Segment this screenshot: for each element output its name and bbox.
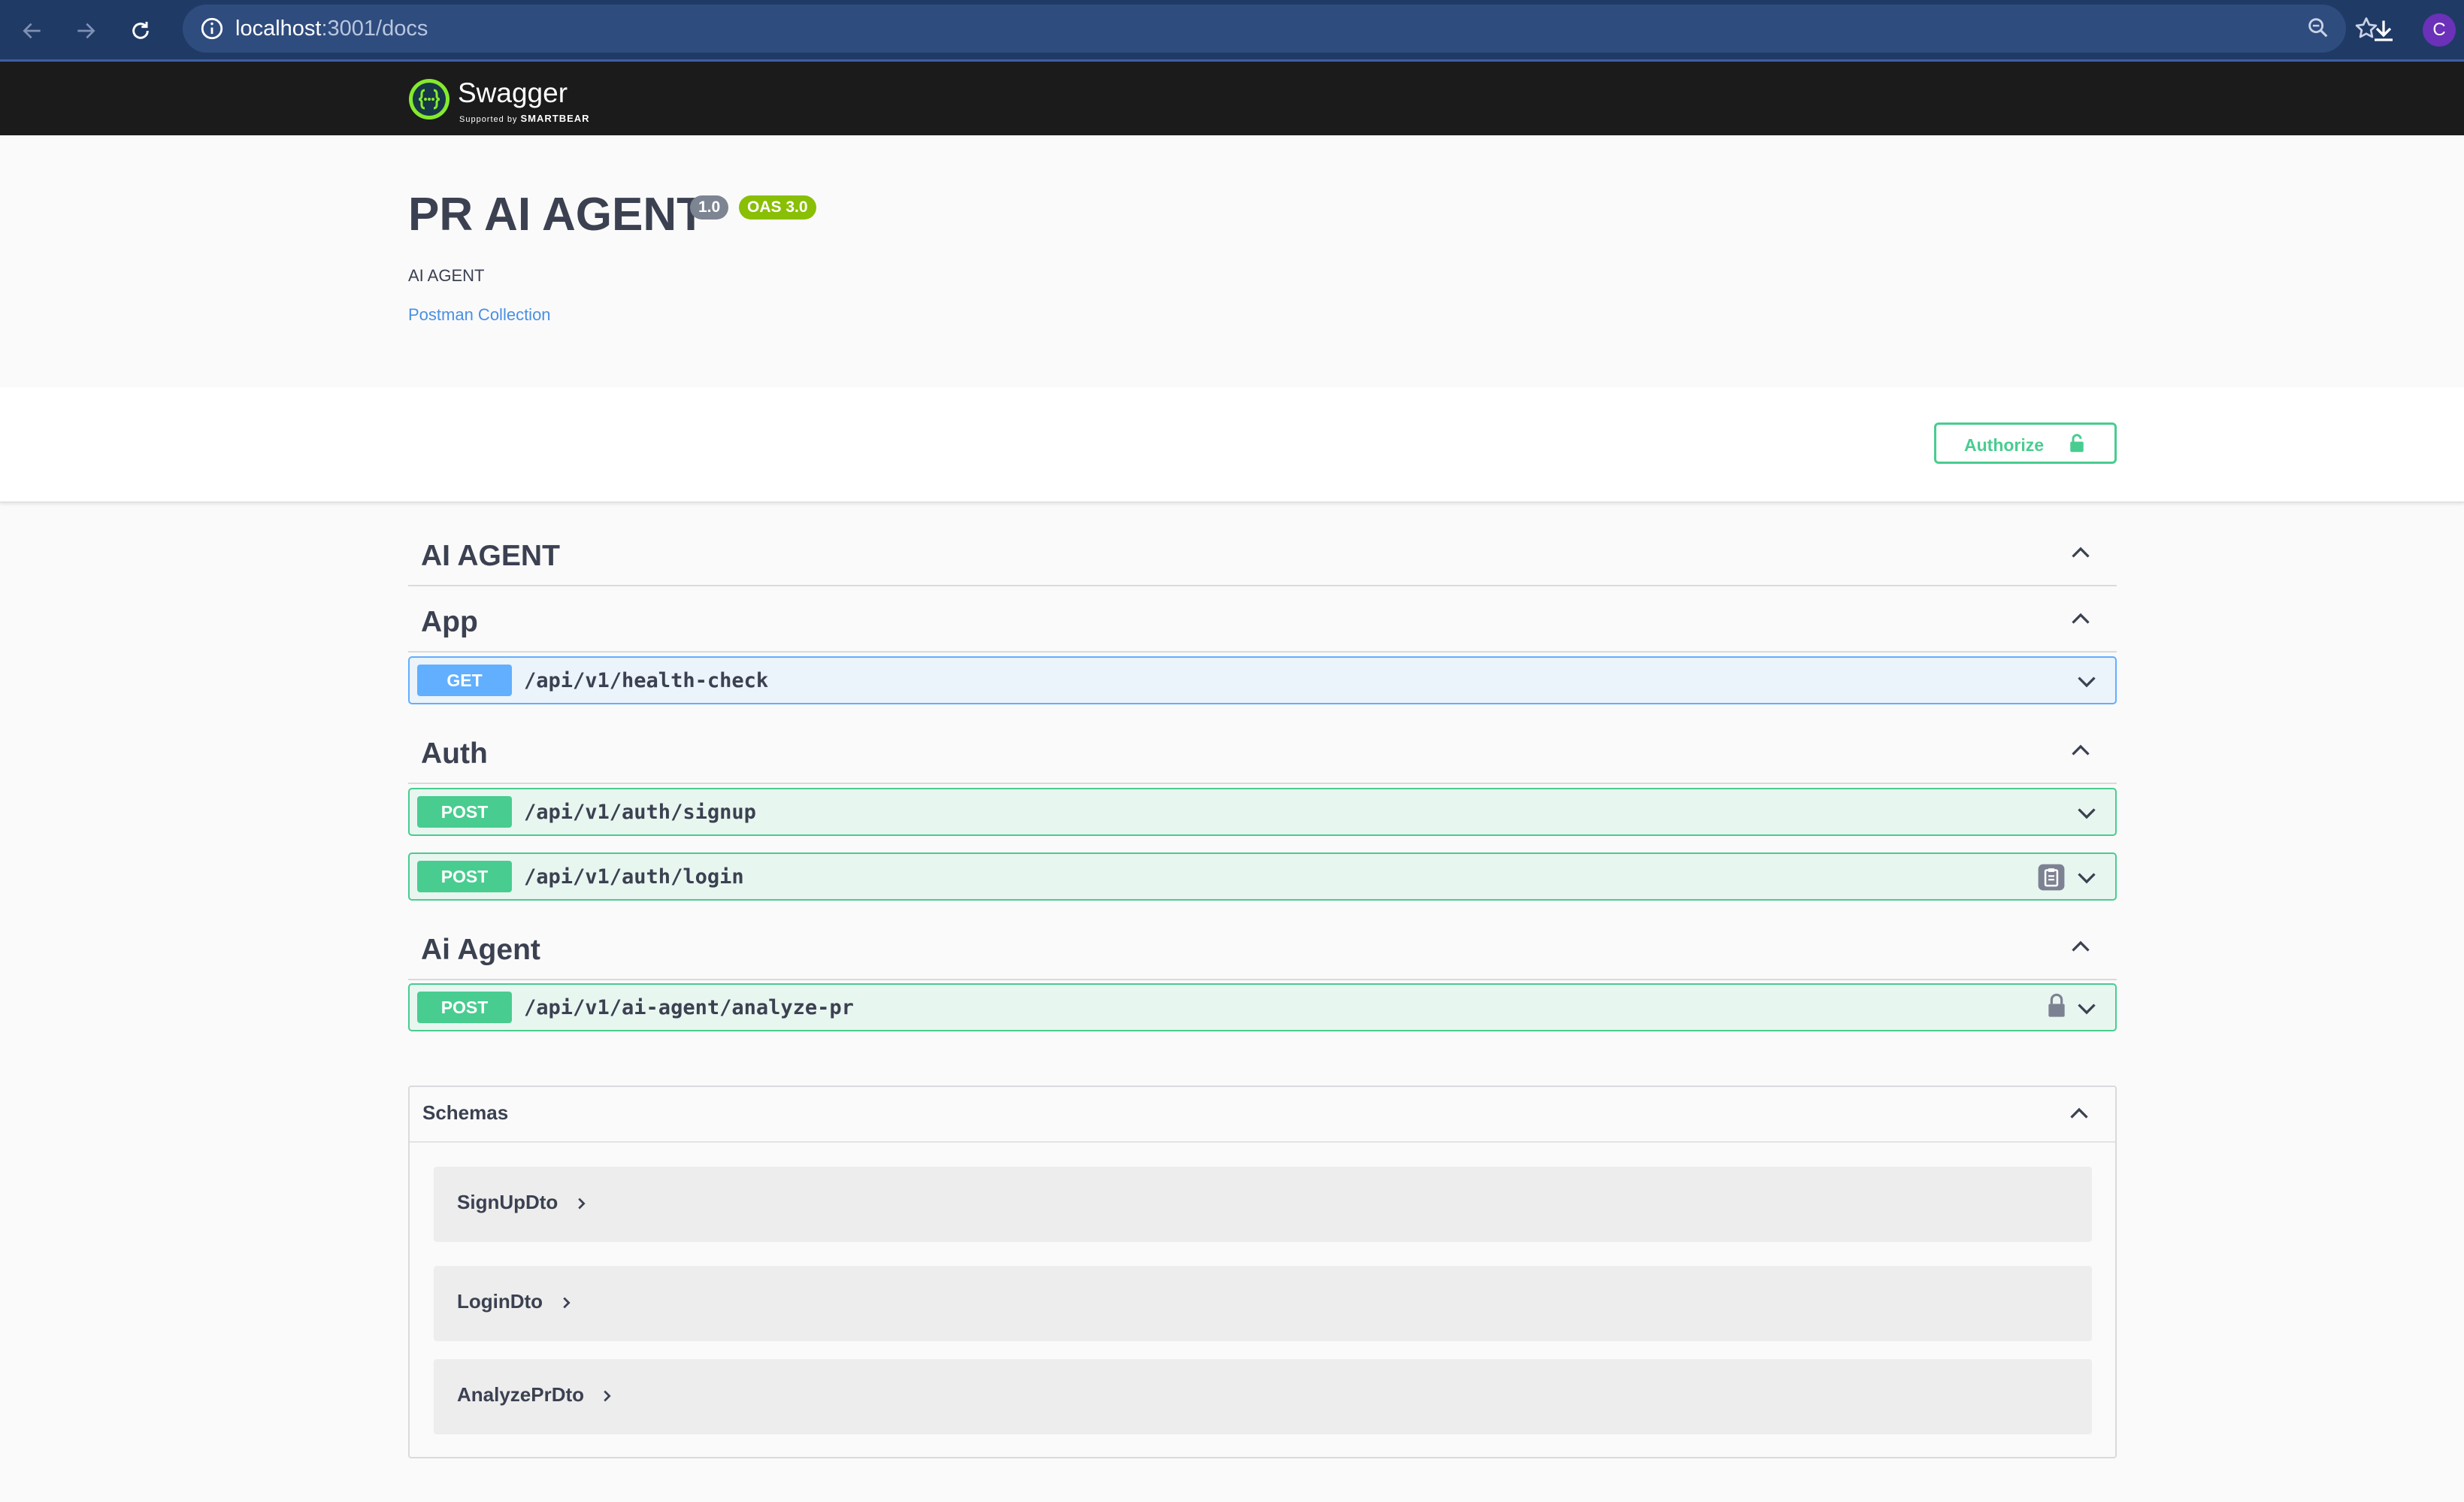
chevron-up-icon[interactable] — [2067, 934, 2094, 961]
method-badge: POST — [417, 861, 512, 892]
swagger-topbar: Swagger Supported by SMARTBEAR — [0, 62, 2464, 135]
url-text[interactable]: localhost:3001/docs — [235, 16, 428, 41]
browser-toolbar: localhost:3001/docs C — [0, 0, 2464, 62]
logo-subtext: Supported by SMARTBEAR — [459, 113, 590, 124]
postman-collection-link[interactable]: Postman Collection — [408, 305, 551, 325]
model-analyzeprdto[interactable]: AnalyzePrDto — [434, 1359, 2092, 1434]
page-title: PR AI AGENT — [408, 189, 705, 241]
model-name: LoginDto — [457, 1290, 543, 1313]
authorize-label: Authorize — [1964, 435, 2045, 455]
chevron-right-icon[interactable] — [558, 1295, 574, 1311]
swagger-logo-icon — [409, 79, 450, 120]
model-logindto[interactable]: LoginDto — [434, 1266, 2092, 1341]
authorize-button[interactable]: Authorize — [1934, 422, 2117, 464]
chevron-up-icon[interactable] — [2066, 1101, 2093, 1128]
address-bar[interactable]: localhost:3001/docs — [183, 5, 2378, 53]
method-badge: GET — [417, 665, 512, 696]
operation-post-signup[interactable]: POST /api/v1/auth/signup — [408, 788, 2117, 836]
chevron-down-icon[interactable] — [2073, 864, 2100, 891]
lock-icon[interactable] — [2045, 992, 2070, 1018]
chevron-right-icon[interactable] — [573, 1195, 589, 1212]
tag-app[interactable]: App — [408, 586, 2117, 653]
model-signupdto[interactable]: SignUpDto — [434, 1167, 2092, 1242]
operation-path: /api/v1/auth/login — [524, 865, 744, 889]
api-info: PR AI AGENT 1.0 OAS 3.0 AI AGENT Postman… — [0, 135, 2464, 387]
operation-get-health-check[interactable]: GET /api/v1/health-check — [408, 656, 2117, 704]
schemas-title: Schemas — [422, 1101, 509, 1124]
schemas-section: Schemas SignUpDto LoginDto AnalyzePrDto — [408, 1086, 2117, 1458]
tag-auth[interactable]: Auth — [408, 718, 2117, 784]
chevron-right-icon[interactable] — [598, 1388, 615, 1404]
forward-icon[interactable] — [67, 12, 104, 50]
operation-path: /api/v1/health-check — [524, 669, 769, 692]
operation-path: /api/v1/auth/signup — [524, 801, 756, 824]
method-badge: POST — [417, 796, 512, 828]
site-info-icon[interactable] — [199, 16, 225, 45]
tag-title: AI AGENT — [421, 540, 560, 572]
operation-path: /api/v1/ai-agent/analyze-pr — [524, 996, 854, 1019]
schemas-header[interactable]: Schemas — [410, 1087, 2115, 1143]
chevron-down-icon[interactable] — [2073, 995, 2100, 1022]
reload-icon[interactable] — [122, 12, 159, 50]
unlocked-icon — [2066, 432, 2088, 459]
tag-title: Ai Agent — [421, 934, 540, 966]
profile-avatar[interactable]: C — [2423, 14, 2456, 47]
chevron-down-icon[interactable] — [2073, 668, 2100, 695]
model-name: SignUpDto — [457, 1191, 558, 1213]
oas-badge: OAS 3.0 — [739, 195, 816, 220]
back-icon[interactable] — [14, 12, 51, 50]
swagger-logo[interactable]: Swagger Supported by SMARTBEAR — [408, 74, 604, 126]
api-description: AI AGENT — [408, 266, 485, 285]
copy-to-clipboard-icon[interactable] — [2037, 863, 2065, 891]
scheme-container: Authorize — [0, 387, 2464, 503]
version-badge: 1.0 — [690, 195, 729, 220]
tag-title: App — [421, 606, 478, 638]
tag-ai-agent[interactable]: Ai Agent — [408, 914, 2117, 980]
operation-post-login[interactable]: POST /api/v1/auth/login — [408, 852, 2117, 901]
chevron-up-icon[interactable] — [2067, 606, 2094, 633]
logo-text: Swagger — [458, 77, 568, 108]
tag-ai-agent-root[interactable]: AI AGENT — [408, 520, 2117, 586]
method-badge: POST — [417, 992, 512, 1023]
download-icon[interactable] — [2365, 12, 2402, 50]
zoom-icon[interactable] — [2305, 15, 2332, 42]
operation-post-analyze-pr[interactable]: POST /api/v1/ai-agent/analyze-pr — [408, 983, 2117, 1031]
tag-title: Auth — [421, 737, 488, 770]
chevron-down-icon[interactable] — [2073, 799, 2100, 826]
chevron-up-icon[interactable] — [2067, 540, 2094, 567]
chevron-up-icon[interactable] — [2067, 737, 2094, 765]
model-name: AnalyzePrDto — [457, 1383, 585, 1406]
